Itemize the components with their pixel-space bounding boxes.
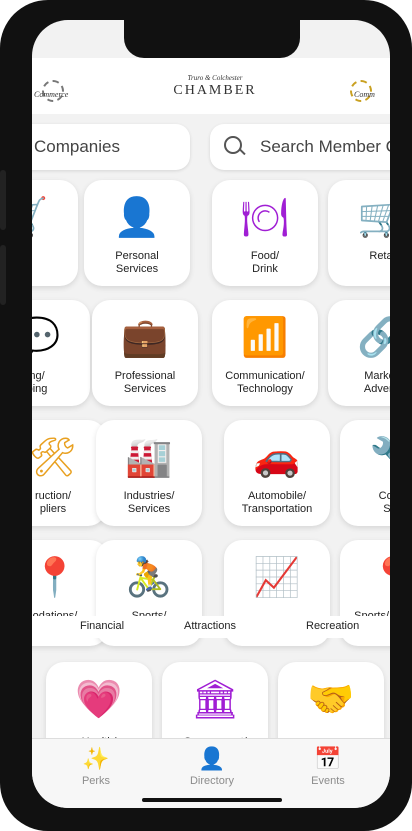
category-label: Communication/Technology (225, 370, 305, 395)
category-card[interactable]: 🛠 ruction/pliers (32, 420, 106, 526)
growth-chart-icon: 📈 (253, 557, 301, 599)
cart-icon: 🛒 (357, 197, 390, 239)
tools-icon: 🔧 (369, 436, 390, 480)
bubble-icon: 💬 (32, 317, 61, 359)
overlay-attractions: Attractions (184, 620, 236, 632)
pin-icon: 📍 (32, 557, 79, 599)
category-card[interactable]: 🔧 ConstSup (340, 420, 390, 526)
header-left-text: Commerce (34, 90, 69, 99)
network-icon: 🔗 (357, 317, 390, 359)
plate-icon: 🍽 (240, 197, 290, 239)
tab-directory[interactable]: 👤 Directory (172, 746, 252, 788)
directory-icon: 👤 (198, 746, 226, 771)
search-placeholder: Search Member C (260, 137, 390, 156)
category-card[interactable]: 📶 Communication/Technology (212, 300, 318, 406)
category-card[interactable]: 💼 Professional Services (92, 300, 198, 406)
person-icon: 👤 (113, 197, 161, 239)
perks-icon: ✨ (82, 746, 110, 771)
government-icon: 🏛 (190, 679, 240, 721)
category-label: Industries/Services (123, 490, 175, 515)
volume-button (0, 170, 6, 230)
volume-button (0, 245, 6, 305)
factory-icon: 🏭 (125, 437, 173, 479)
tools-icon: 🛠 (32, 437, 78, 479)
category-label: Automobile/Transportation (241, 490, 313, 515)
overlay-financial: Financial (80, 620, 125, 632)
category-label: ruction/pliers (34, 490, 72, 515)
tab-label: Perks (81, 775, 111, 787)
handshake-icon: 🤝 (307, 679, 355, 721)
search-icon (224, 136, 242, 154)
pin-icon: 📍 (369, 556, 390, 600)
phone-frame: Commerce Truro & Colchester CHAMBER Comm… (0, 0, 412, 831)
category-label: Professional Services (114, 370, 176, 395)
briefcase-icon: 💼 (121, 317, 169, 359)
car-repair-icon: 🚗 (253, 437, 301, 479)
cart-icon: 🛒 (32, 196, 49, 240)
category-card[interactable]: 🚗 Automobile/Transportation (224, 420, 330, 526)
tab-events[interactable]: 📅 Events (288, 746, 368, 788)
category-label: Reta (369, 250, 390, 262)
category-card[interactable]: 🛒 (32, 180, 78, 286)
health-hand-icon: 💗 (75, 679, 123, 721)
header-right-text: Comm (354, 90, 375, 99)
wifi-icon: 📶 (241, 317, 289, 359)
overlay-labels: Financial Attractions Recreation (32, 616, 390, 638)
overlay-recreation: Recreation (306, 620, 360, 632)
category-card[interactable]: 💬 ng/ping (32, 300, 90, 406)
category-label: ng/ping (32, 370, 48, 395)
app-screen: Commerce Truro & Colchester CHAMBER Comm… (32, 20, 390, 808)
tab-perks[interactable]: ✨ Perks (56, 746, 136, 788)
category-card[interactable]: 🍽 Food/Drink (212, 180, 318, 286)
category-label: Food/Drink (250, 250, 280, 275)
notch (124, 20, 300, 58)
category-card[interactable]: 👤 Personal Services (84, 180, 190, 286)
tab-label: Events (311, 775, 345, 787)
category-card[interactable]: 🛒 Reta (328, 180, 390, 286)
category-label: ConstSup (378, 490, 390, 515)
calendar-icon: 📅 (314, 746, 342, 771)
home-indicator (142, 798, 282, 802)
logo-subtitle: Truro & Colchester (187, 74, 243, 82)
chamber-logo: Truro & Colchester CHAMBER (160, 74, 270, 114)
category-label: MarketAdverti (363, 370, 390, 395)
category-card[interactable]: 🏭 Industries/Services (96, 420, 202, 526)
companies-label: Companies (34, 137, 120, 156)
category-label: Personal Services (115, 250, 159, 275)
search-row: Companies Search Member C (32, 124, 390, 170)
bicycle-icon: 🚴 (125, 557, 173, 599)
app-header: Commerce Truro & Colchester CHAMBER Comm (32, 58, 390, 114)
tab-label: Directory (189, 775, 234, 787)
companies-filter[interactable]: Companies (32, 124, 190, 170)
search-input[interactable]: Search Member C (210, 124, 390, 170)
logo-title: CHAMBER (173, 83, 257, 98)
category-card[interactable]: 🔗 MarketAdverti (328, 300, 390, 406)
